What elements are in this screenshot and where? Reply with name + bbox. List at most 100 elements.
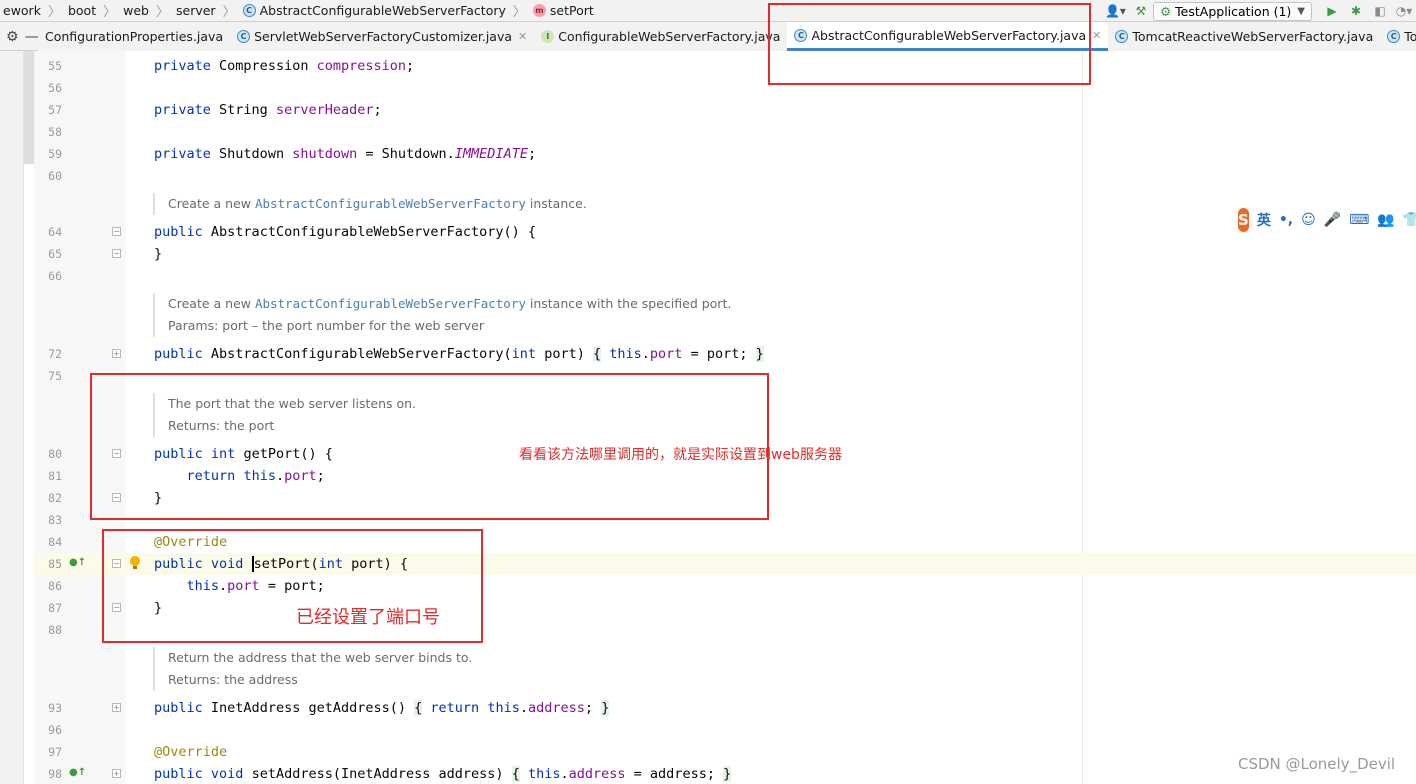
tab-tomcat-reactive-web-server-factory[interactable]: C TomcatReactiveWebServerFactory.java (1108, 22, 1381, 51)
javadoc-block[interactable]: Create a new AbstractConfigurableWebServ… (153, 293, 1053, 337)
tab-configuration-properties[interactable]: ConfigurationProperties.java (38, 22, 231, 51)
javadoc-block[interactable]: Return the address that the web server b… (153, 647, 1053, 691)
code-token: address (528, 700, 585, 716)
punctuation-icon[interactable]: •, (1279, 212, 1293, 228)
build-hammer-icon[interactable]: ⚒ (1132, 2, 1150, 20)
javadoc-block[interactable]: Create a new AbstractConfigurableWebServ… (153, 193, 1053, 215)
code-text: private Shutdown shutdown = Shutdown.IMM… (154, 143, 536, 165)
code-line: 55 private Compression compression; (34, 55, 1416, 77)
scroll-thumb[interactable] (24, 51, 34, 164)
code-token: . (519, 700, 528, 716)
line-number: 83 (48, 513, 62, 527)
code-token: public (154, 224, 203, 240)
breadcrumb-item-framework[interactable]: ework (0, 3, 44, 18)
class-icon: C (1115, 30, 1129, 43)
code-line: 58 (34, 121, 1416, 143)
editor-tab-bar: ⚙ — ConfigurationProperties.java C Servl… (0, 22, 1416, 51)
code-text: public void setAddress(InetAddress addre… (154, 763, 732, 784)
code-token: ; (527, 146, 537, 162)
code-token: = address; (633, 766, 715, 782)
code-token: shutdown (292, 146, 358, 162)
line-number: 98 (48, 767, 62, 781)
javadoc-line: Params: port – the port number for the w… (168, 318, 485, 333)
tab-servlet-web-server-factory-customizer[interactable]: C ServletWebServerFactoryCustomizer.java… (230, 22, 535, 51)
code-line: 57 private String serverHeader; (34, 99, 1416, 121)
breadcrumb-item-class[interactable]: C AbstractConfigurableWebServerFactory (240, 3, 509, 18)
tab-label: ServletWebServerFactoryCustomizer.java (254, 29, 513, 44)
run-icon[interactable]: ▶ (1323, 2, 1341, 20)
minimize-icon[interactable]: — (25, 29, 39, 45)
breadcrumb-item-server[interactable]: server (173, 3, 219, 18)
tab-tomcat-overflow[interactable]: C Tomca (1380, 22, 1416, 51)
code-token: ; (406, 58, 415, 74)
fold-marker-icon[interactable]: + (112, 703, 121, 712)
doc-class-link[interactable]: AbstractConfigurableWebServerFactory (255, 196, 526, 211)
code-token: this (527, 766, 561, 782)
fold-marker-icon[interactable]: − (112, 249, 121, 258)
implements-method-icon[interactable]: ●↑ (69, 557, 86, 568)
code-token: IMMEDIATE (454, 146, 528, 162)
annotation-box-active-tab (768, 3, 1091, 85)
breadcrumb-item-boot[interactable]: boot (65, 3, 99, 18)
user-settings-icon[interactable]: 👤▾ (1105, 2, 1126, 20)
breadcrumb-item-web[interactable]: web (120, 3, 152, 18)
code-token: public (154, 346, 203, 362)
code-text: public AbstractConfigurableWebServerFact… (154, 221, 536, 243)
left-tool-strip (0, 51, 34, 784)
breadcrumb-class-label: AbstractConfigurableWebServerFactory (259, 3, 506, 18)
code-token: } (755, 346, 764, 362)
line-number: 65 (48, 247, 62, 261)
fold-marker-icon[interactable]: + (112, 349, 121, 358)
tab-label: ConfigurationProperties.java (45, 29, 224, 44)
keyboard-icon[interactable]: ⌨ (1349, 212, 1369, 228)
microphone-icon[interactable]: 🎤 (1324, 212, 1341, 228)
code-token: int (511, 346, 537, 362)
code-line: 56 (34, 77, 1416, 99)
class-icon: C (1387, 30, 1401, 43)
close-icon[interactable]: ✕ (1092, 29, 1101, 42)
tabs: ConfigurationProperties.java C ServletWe… (38, 22, 1416, 51)
method-icon: m (532, 4, 546, 17)
javadoc-line: Return the address that the web server b… (168, 650, 473, 665)
debug-icon[interactable]: ✱ (1347, 2, 1365, 20)
fold-marker-icon[interactable]: + (112, 769, 121, 778)
user-icon[interactable]: 👥 (1377, 212, 1394, 228)
line-number: 59 (48, 147, 62, 161)
code-text: private Compression compression; (154, 55, 414, 77)
code-token: compression (316, 58, 406, 74)
line-number: 88 (48, 623, 62, 637)
code-token: this (487, 700, 520, 716)
breadcrumb-method-label: setPort (549, 3, 594, 18)
coverage-icon[interactable]: ◧ (1371, 2, 1389, 20)
code-text: public InetAddress getAddress() { return… (154, 697, 610, 719)
code-token: void (210, 766, 244, 782)
doc-text: instance. (525, 196, 587, 211)
emoji-icon[interactable]: ☺ (1301, 212, 1316, 228)
code-token: this (609, 346, 642, 362)
profile-icon[interactable]: ◔▾ (1395, 2, 1413, 20)
sogou-logo-icon[interactable]: S (1238, 208, 1249, 232)
line-number: 58 (48, 125, 62, 139)
breadcrumb-separator: 〉 (222, 5, 236, 20)
line-number: 64 (48, 225, 62, 239)
ime-mode-toggle[interactable]: 英 (1257, 210, 1271, 230)
annotation-note-call-site: 看看该方法哪里调用的，就是实际设置到web服务器 (519, 447, 842, 463)
tab-label: ConfigurableWebServerFactory.java (558, 29, 781, 44)
run-configuration-select[interactable]: ⚙ TestApplication (1) ▼ (1152, 1, 1312, 21)
doc-class-link[interactable]: AbstractConfigurableWebServerFactory (255, 296, 526, 311)
breadcrumb-item-method[interactable]: m setPort (530, 3, 597, 18)
close-icon[interactable]: ✕ (518, 30, 527, 43)
breadcrumb: ework 〉 boot 〉 web 〉 server 〉 C Abstract… (0, 0, 597, 22)
settings-gear-icon[interactable]: ⚙ (6, 29, 19, 45)
tab-configurable-web-server-factory[interactable]: I ConfigurableWebServerFactory.java (534, 22, 788, 51)
code-token: private (154, 146, 211, 162)
implements-method-icon[interactable]: ●↑ (69, 767, 86, 778)
javadoc-line: Create a new AbstractConfigurableWebServ… (168, 293, 1053, 315)
code-line: 97 @Override (34, 741, 1416, 763)
fold-marker-icon[interactable]: − (112, 227, 121, 236)
code-token: setAddress(InetAddress address) (251, 766, 504, 782)
code-token: = Shutdown. (365, 146, 455, 162)
code-token: port (649, 346, 683, 362)
skin-icon[interactable]: 👕 (1403, 212, 1416, 228)
line-number: 97 (48, 745, 62, 759)
